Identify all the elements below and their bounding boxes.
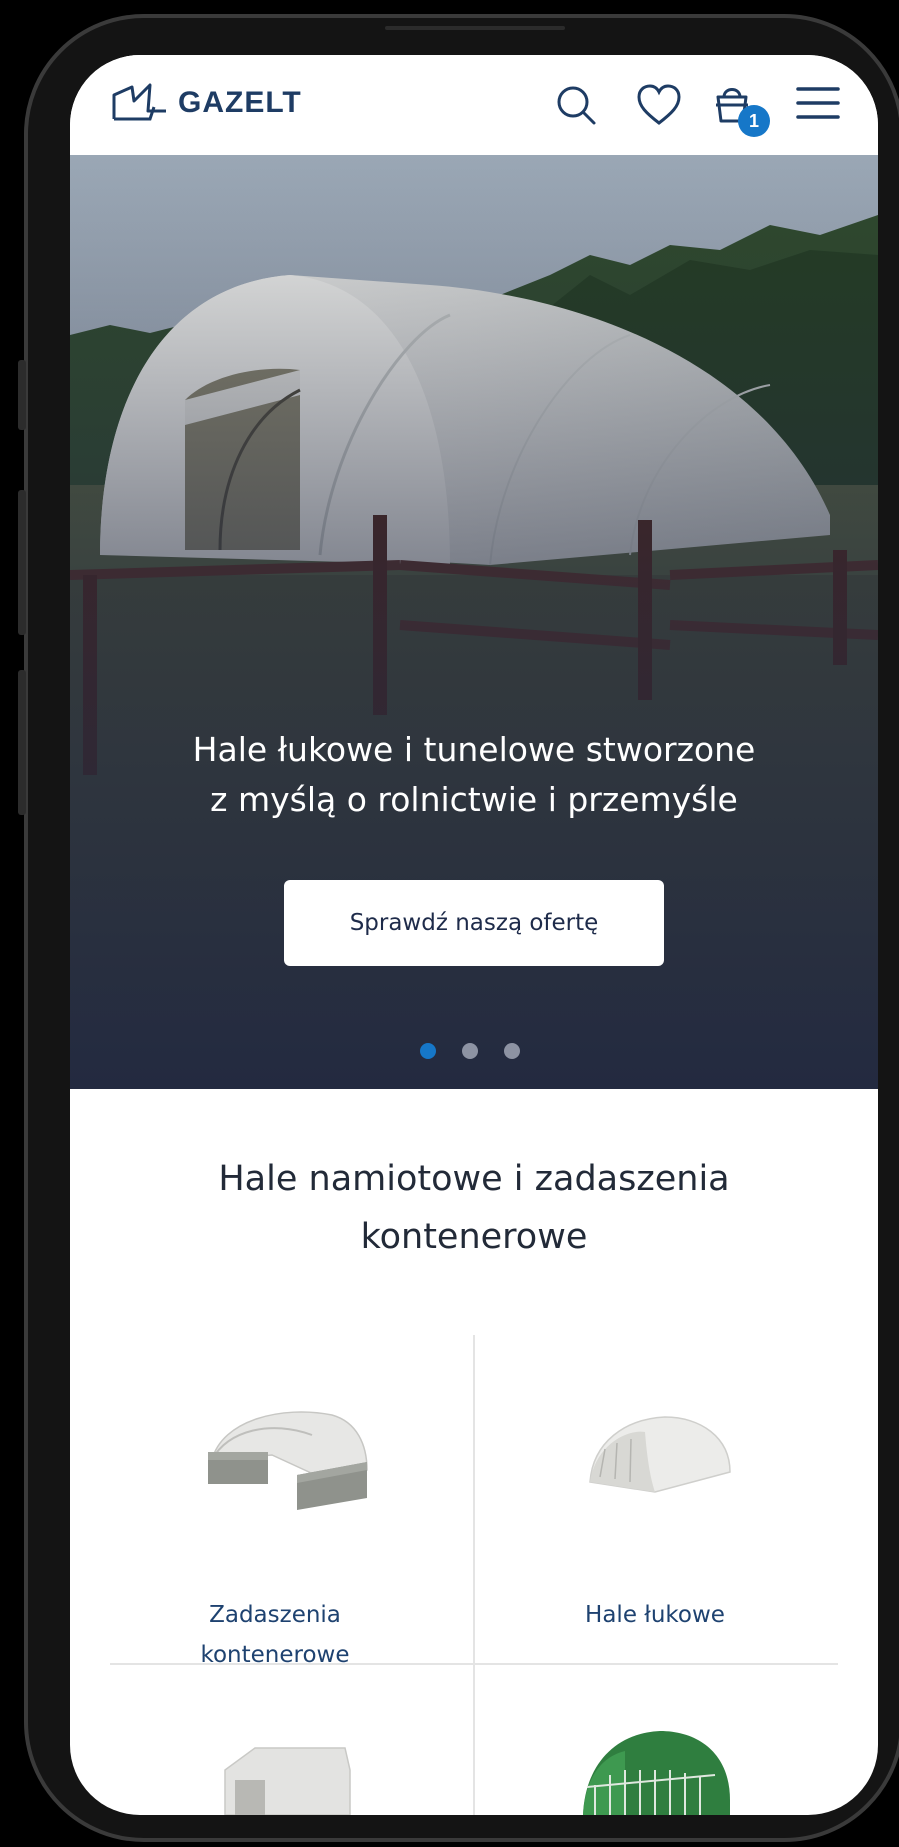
check-offer-button[interactable]: Sprawdź naszą ofertę: [284, 880, 664, 966]
category-label-line-2: kontenerowe: [200, 1642, 350, 1668]
logo-text: GAZELT: [178, 86, 302, 119]
section-title-line-1: Hale namiotowe i zadaszenia: [218, 1159, 730, 1199]
gable-hall-image[interactable]: [215, 1730, 355, 1815]
category-label-line-1: Zadaszenia: [209, 1602, 341, 1628]
hero-title-line-2: z myślą o rolnictwie i przemyśle: [210, 780, 738, 819]
hero-title-line-1: Hale łukowe i tunelowe stworzone: [192, 730, 756, 769]
site-header: GAZELT 1: [70, 55, 878, 155]
hero-slider: Hale łukowe i tunelowe stworzone z myślą…: [70, 155, 878, 1089]
phone-speaker: [385, 26, 565, 30]
category-container-shelters[interactable]: Zadaszenia kontenerowe: [130, 1595, 420, 1675]
slider-dot-2[interactable]: [462, 1043, 478, 1059]
screen: GAZELT 1 Hale łukowe i tunelowe stworzon…: [70, 55, 878, 1815]
slider-dot-3[interactable]: [504, 1043, 520, 1059]
arch-hall-image[interactable]: [585, 1407, 735, 1497]
phone-volume-down-button: [18, 670, 26, 815]
menu-icon[interactable]: [796, 85, 840, 121]
logo[interactable]: GAZELT: [110, 81, 302, 125]
heart-icon[interactable]: [636, 83, 682, 127]
section-title: Hale namiotowe i zadaszenia kontenerowe: [70, 1150, 878, 1266]
phone-volume-up-button: [18, 490, 26, 635]
search-icon[interactable]: [554, 83, 598, 127]
section-title-line-2: kontenerowe: [360, 1217, 588, 1257]
slider-dots: [420, 1043, 520, 1059]
slider-dot-1[interactable]: [420, 1043, 436, 1059]
logo-tent-icon: [112, 83, 166, 121]
hero-title: Hale łukowe i tunelowe stworzone z myślą…: [70, 725, 878, 825]
cart-count-badge: 1: [738, 105, 770, 137]
green-arch-hall-image[interactable]: [575, 1725, 735, 1815]
grid-divider-vertical: [473, 1335, 475, 1815]
category-arch-halls[interactable]: Hale łukowe: [510, 1595, 800, 1635]
container-shelter-image[interactable]: [202, 1400, 372, 1512]
category-label-line-1: Hale łukowe: [585, 1602, 725, 1628]
phone-mute-button: [18, 360, 26, 430]
